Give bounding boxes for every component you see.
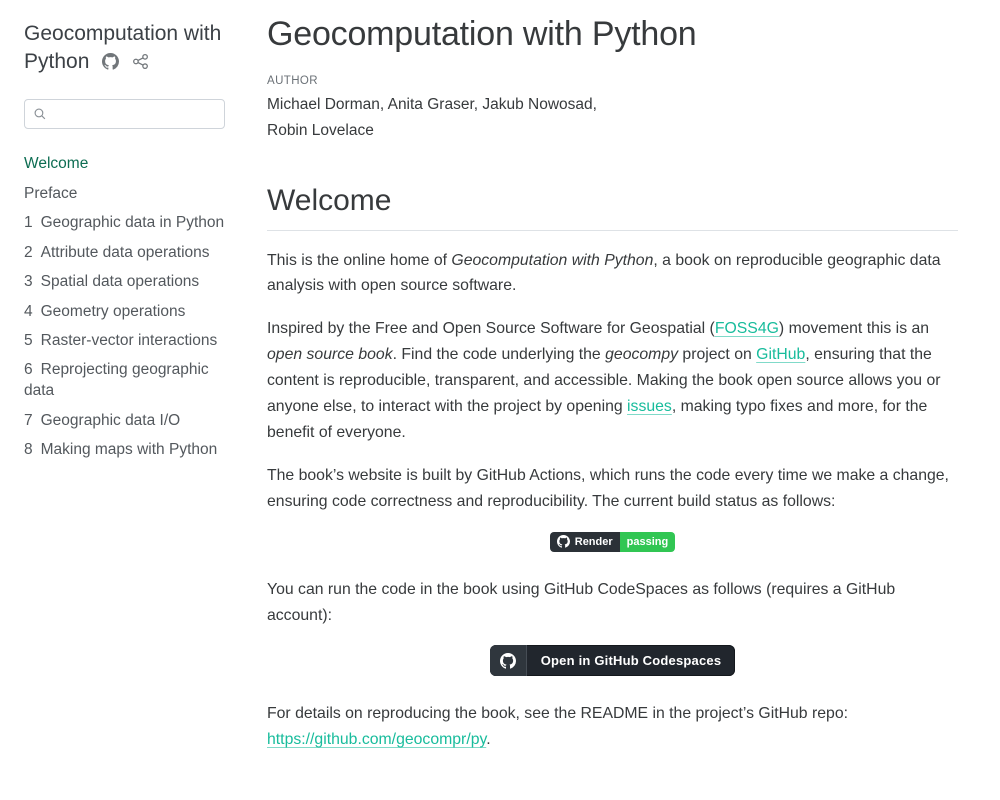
chapter-number: 2 <box>24 244 33 261</box>
main-content: Geocomputation with Python AUTHOR Michae… <box>250 0 958 800</box>
text-segment: project on <box>678 346 756 363</box>
chapter-title: Making maps with Python <box>41 441 218 458</box>
chapter-title: Geographic data I/O <box>41 412 181 429</box>
text-segment: . Find the code underlying the <box>393 346 606 363</box>
sidebar-item-making-maps-with-python[interactable]: 8 Making maps with Python <box>24 440 226 461</box>
text-segment: ) movement this is an <box>779 320 929 337</box>
chapter-number: 6 <box>24 361 33 378</box>
paragraph-intro: This is the online home of Geocomputatio… <box>267 248 958 300</box>
text-segment: You can run the code in the book using G… <box>267 581 895 624</box>
chapter-number: 1 <box>24 214 33 231</box>
search-box <box>24 99 226 129</box>
chapter-number: 4 <box>24 303 33 320</box>
badge-status: passing <box>620 532 676 552</box>
sidebar-nav: Welcome Preface 1 Geographic data in Python… <box>24 154 226 461</box>
chapter-number: 3 <box>24 273 33 290</box>
text-segment: Inspired by the Free and Open Source Sof… <box>267 320 715 337</box>
chapter-title: Attribute data operations <box>41 244 210 261</box>
text-segment: This is the online home of <box>267 252 451 269</box>
emphasis-text: geocompy <box>605 346 678 363</box>
github-icon <box>557 535 570 548</box>
inline-link[interactable]: FOSS4G <box>715 320 779 337</box>
search-input[interactable] <box>24 99 225 129</box>
sidebar-item-reprojecting-geographic-data[interactable]: 6Reprojecting geographic data <box>24 360 226 402</box>
chapter-title: Preface <box>24 185 77 202</box>
build-status-badge[interactable]: Render passing <box>550 532 675 552</box>
paragraph-codespaces: You can run the code in the book using G… <box>267 577 958 629</box>
emphasis-text: open source book <box>267 346 393 363</box>
sidebar-item-welcome[interactable]: Welcome <box>24 154 226 175</box>
codespaces-button-label: Open in GitHub Codespaces <box>527 645 736 676</box>
sidebar-item-geometry-operations[interactable]: 4 Geometry operations <box>24 302 226 323</box>
sidebar-item-raster-vector-interactions[interactable]: 5 Raster-vector interactions <box>24 331 226 352</box>
chapter-title: Geographic data in Python <box>41 214 225 231</box>
sidebar-item-preface[interactable]: Preface <box>24 184 226 205</box>
page: Geocomputation with Python <box>0 0 1000 800</box>
sidebar-item-geographic-data-i-o[interactable]: 7 Geographic data I/O <box>24 411 226 432</box>
sidebar-item-geographic-data-in-python[interactable]: 1 Geographic data in Python <box>24 213 226 234</box>
chapter-title: Reprojecting geographic data <box>24 361 209 399</box>
build-badge-row: Render passing <box>267 532 958 552</box>
book-title: Geocomputation with Python <box>24 20 226 77</box>
authors: Michael Dorman, Anita Graser, Jakub Nowo… <box>267 92 617 143</box>
sidebar-item-attribute-data-operations[interactable]: 2 Attribute data operations <box>24 243 226 264</box>
paragraph-open-source: Inspired by the Free and Open Source Sof… <box>267 316 958 446</box>
share-icon[interactable] <box>132 50 149 78</box>
sidebar: Geocomputation with Python <box>0 0 250 800</box>
section-title: Welcome <box>267 184 958 231</box>
chapter-number: 7 <box>24 412 33 429</box>
page-title: Geocomputation with Python <box>267 16 958 53</box>
inline-link[interactable]: GitHub <box>756 346 805 363</box>
chapter-number: 8 <box>24 441 33 458</box>
book-title-link[interactable]: Geocomputation with Python <box>24 22 221 73</box>
github-icon <box>490 645 527 676</box>
sidebar-item-spatial-data-operations[interactable]: 3 Spatial data operations <box>24 272 226 293</box>
github-icon[interactable] <box>102 50 119 78</box>
chapter-number: 5 <box>24 332 33 349</box>
emphasis-text: Geocomputation with Python <box>451 252 653 269</box>
text-segment: The book’s website is built by GitHub Ac… <box>267 467 949 510</box>
codespaces-button[interactable]: Open in GitHub Codespaces <box>490 645 736 676</box>
chapter-title: Welcome <box>24 155 88 172</box>
badge-label: Render <box>575 536 613 548</box>
author-label: AUTHOR <box>267 75 958 87</box>
badge-label-segment: Render <box>550 532 620 552</box>
chapter-title: Geometry operations <box>41 303 186 320</box>
chapter-title: Spatial data operations <box>41 273 200 290</box>
text-segment: For details on reproducing the book, see… <box>267 705 848 722</box>
welcome-section: Welcome This is the online home of Geoco… <box>267 184 958 754</box>
codespaces-row: Open in GitHub Codespaces <box>267 645 958 676</box>
chapter-title: Raster-vector interactions <box>41 332 218 349</box>
inline-link[interactable]: issues <box>627 398 672 415</box>
paragraph-build-status: The book’s website is built by GitHub Ac… <box>267 463 958 515</box>
